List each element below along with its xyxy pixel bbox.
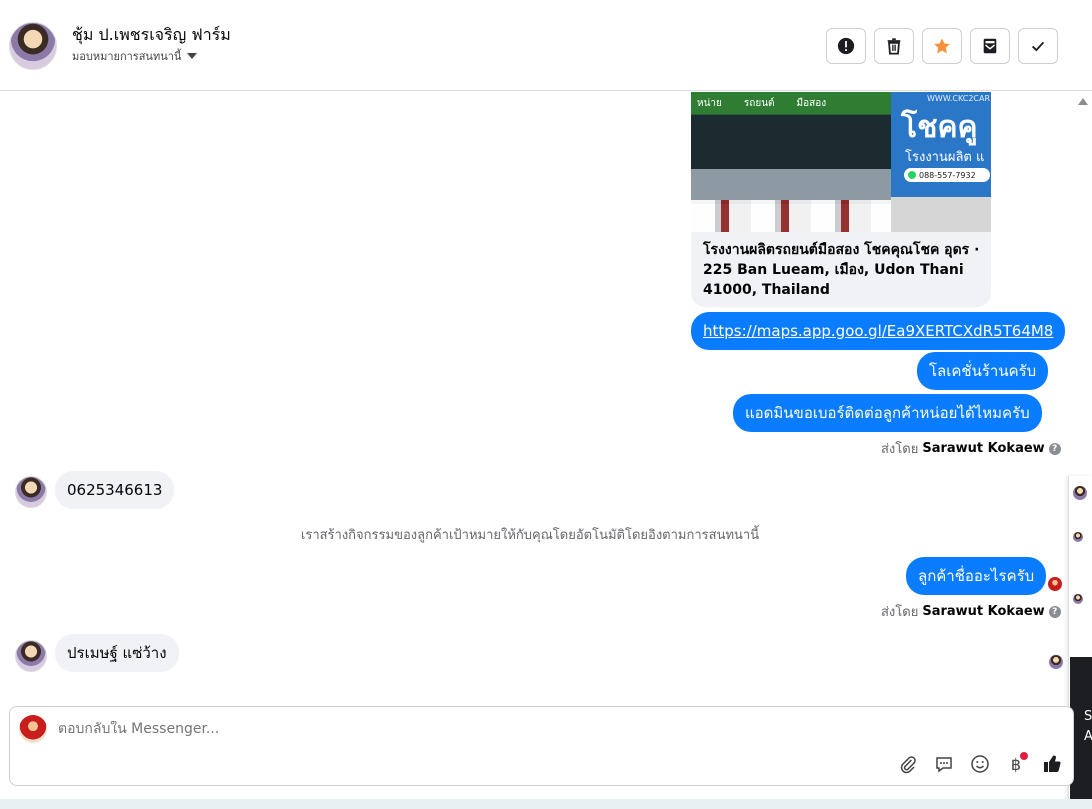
emoji-button[interactable]	[967, 751, 993, 777]
customer-avatar[interactable]	[15, 476, 47, 508]
panel-avatar	[1073, 594, 1083, 604]
thumbs-up-icon	[1044, 755, 1061, 773]
message-list[interactable]: หน่าย รถยนต์ มือสอง WWW.CKC2CAR โชคคู โร…	[0, 92, 1092, 702]
message-bubble-outgoing[interactable]: ลูกค้าชื่ออะไรครับ	[906, 557, 1047, 595]
billboard-brand: โชคคู	[901, 110, 978, 145]
reply-input[interactable]	[58, 721, 558, 737]
assign-conversation-dropdown[interactable]: มอบหมายการสนทนานี้	[72, 47, 198, 65]
like-button[interactable]	[1039, 751, 1065, 777]
sent-by-label: ส่งโดย Sarawut Kokaew ?	[881, 601, 1061, 622]
message-bubble-incoming[interactable]: 0625346613	[55, 471, 175, 509]
whatsapp-icon	[908, 171, 916, 179]
notification-dot	[1020, 752, 1028, 760]
storefront-sign: หน่าย รถยนต์ มือสอง	[691, 92, 891, 114]
link-preview-image: หน่าย รถยนต์ มือสอง WWW.CKC2CAR โชคคู โร…	[691, 92, 991, 232]
seen-avatar	[1048, 577, 1062, 591]
bottom-strip	[0, 799, 1092, 809]
help-icon[interactable]: ?	[1048, 605, 1061, 618]
saved-replies-button[interactable]	[931, 751, 957, 777]
reply-composer: ฿	[9, 706, 1074, 786]
smiley-icon	[971, 755, 989, 773]
paperclip-icon	[900, 756, 916, 774]
message-bubble-incoming[interactable]: ปรเมษฐ์ แซ่ว้าง	[55, 634, 179, 672]
link-preview-card[interactable]: หน่าย รถยนต์ มือสอง WWW.CKC2CAR โชคคู โร…	[691, 92, 991, 307]
link-preview-title: โรงงานผลิตรถยนต์มือสอง โชคคุณโชค อุดร · …	[703, 242, 980, 298]
panel-avatar	[1073, 532, 1083, 542]
contact-name[interactable]: ชุ้ม ป.เพชรเจริญ ฟาร์ม	[72, 23, 231, 48]
star-icon	[934, 38, 950, 54]
billboard-subtitle: โรงงานผลิต แ	[905, 150, 985, 165]
message-bubble-outgoing[interactable]: https://maps.app.goo.gl/Ea9XERTCXdR5T64M…	[691, 312, 1066, 350]
star-button[interactable]	[922, 28, 962, 64]
sender-name: Sarawut Kokaew	[922, 604, 1045, 619]
envelope-icon	[983, 38, 997, 54]
sender-name: Sarawut Kokaew	[922, 441, 1045, 456]
parked-cars	[691, 200, 891, 232]
page-avatar	[19, 715, 47, 743]
sign-text: รถยนต์	[743, 97, 775, 109]
composer-toolbar: ฿	[895, 751, 1065, 777]
message-bubble-outgoing[interactable]: แอดมินขอเบอร์ติดต่อลูกค้าหน่อยได้ไหมครับ	[733, 394, 1042, 432]
customer-avatar[interactable]	[15, 640, 47, 672]
trash-icon	[887, 38, 901, 55]
contact-avatar[interactable]	[9, 22, 57, 70]
mark-unread-button[interactable]	[970, 28, 1010, 64]
assign-label: มอบหมายการสนทนานี้	[72, 50, 182, 63]
mark-spam-button[interactable]	[826, 28, 866, 64]
panel-avatar	[1073, 486, 1087, 500]
billboard-phone-text: 088-557-7932	[919, 170, 976, 180]
alert-icon	[837, 37, 855, 55]
conversation-header: ชุ้ม ป.เพชรเจริญ ฟาร์ม มอบหมายการสนทนานี…	[0, 0, 1092, 91]
read-receipt-avatar	[1049, 655, 1063, 669]
sent-by-prefix: ส่งโดย	[881, 442, 919, 457]
caret-down-icon	[187, 53, 198, 59]
system-note: เราสร้างกิจกรรมของลูกค้าเป้าหมายให้กับคุ…	[300, 528, 760, 543]
billboard-url: WWW.CKC2CAR	[927, 94, 991, 103]
mark-done-button[interactable]	[1018, 28, 1058, 64]
delete-button[interactable]	[874, 28, 914, 64]
sign-text: หน่าย	[697, 97, 722, 109]
sent-by-label: ส่งโดย Sarawut Kokaew ?	[881, 438, 1061, 459]
sign-text: มือสอง	[796, 97, 827, 109]
chat-bubble-icon	[936, 757, 952, 773]
scroll-up-arrow-icon[interactable]	[1078, 98, 1088, 105]
message-bubble-outgoing[interactable]: โลเคชั่นร้านครับ	[917, 352, 1049, 390]
sent-by-prefix: ส่งโดย	[881, 605, 919, 620]
maps-link[interactable]: https://maps.app.goo.gl/Ea9XERTCXdR5T64M…	[703, 322, 1053, 340]
check-icon	[1031, 41, 1045, 52]
conversation-toolbar	[826, 28, 1058, 64]
attach-button[interactable]	[895, 751, 921, 777]
help-icon[interactable]: ?	[1048, 442, 1061, 455]
payment-button[interactable]: ฿	[1003, 751, 1029, 777]
billboard-phone: 088-557-7932	[904, 168, 990, 182]
